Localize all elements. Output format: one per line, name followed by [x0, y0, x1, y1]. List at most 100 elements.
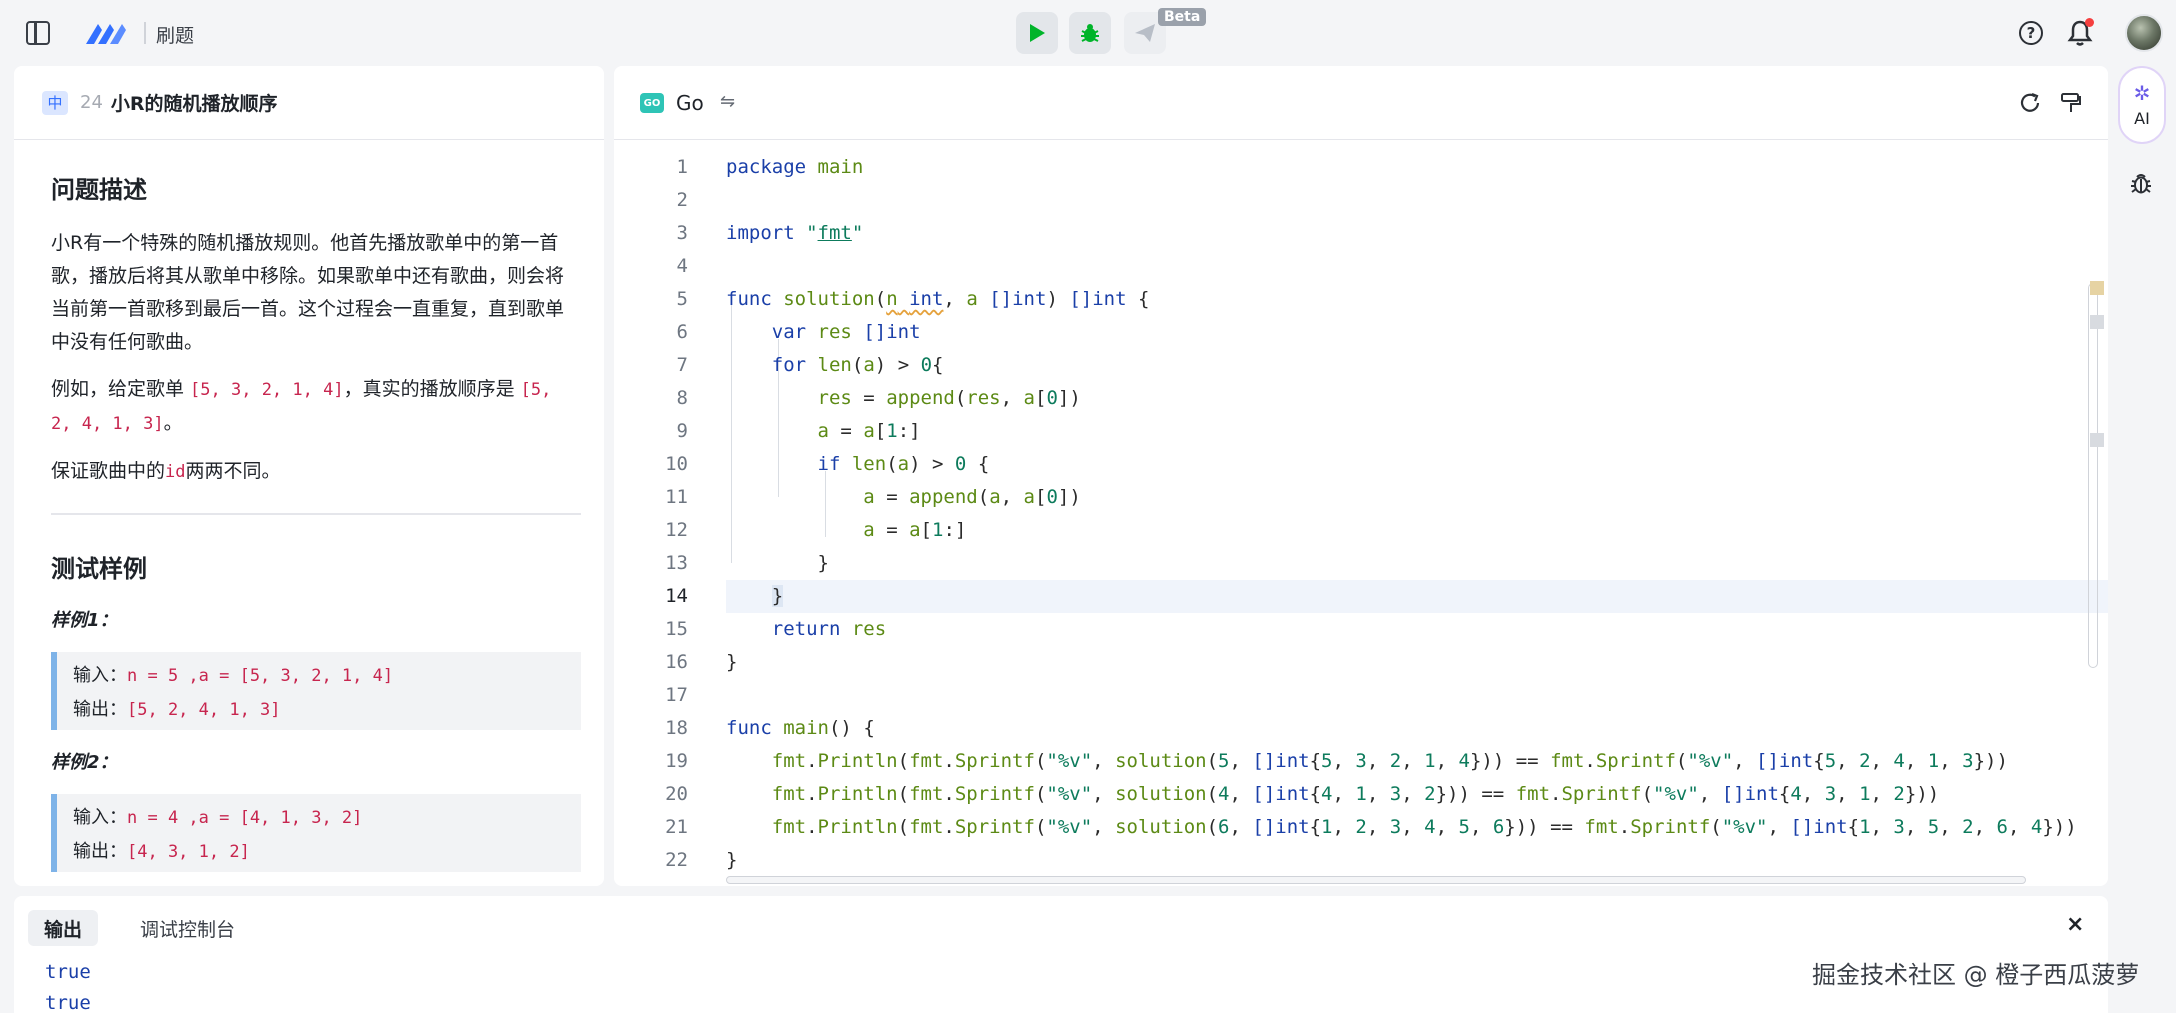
topbar-divider: [144, 22, 146, 44]
logo[interactable]: [84, 18, 130, 48]
output-panel: 输出 调试控制台 × true true: [14, 896, 2108, 1013]
line-number: 2: [676, 189, 688, 211]
example-input: n = 4 ,a = [4, 1, 3, 2]: [127, 808, 363, 828]
output-label: 输出：: [73, 699, 127, 720]
run-button[interactable]: [1016, 12, 1058, 54]
notification-dot: [2085, 18, 2094, 27]
ai-assistant-button[interactable]: ✲ AI: [2118, 66, 2166, 144]
code-line: 13 }: [614, 547, 2094, 580]
code-line: 15 return res: [614, 613, 2094, 646]
code-line: 3 import "fmt": [614, 217, 2094, 250]
text: 两两不同。: [185, 460, 281, 482]
section-title-tests: 测试样例: [51, 555, 147, 583]
text: 。: [163, 412, 183, 434]
output-label: 输出：: [73, 841, 127, 862]
inline-code: [5, 3, 2, 1, 4]: [190, 380, 344, 400]
line-number: 4: [676, 255, 688, 277]
code-line: 12 a = a[1:]: [614, 514, 2094, 547]
output-line: true: [45, 992, 91, 1013]
line-number: 15: [665, 618, 688, 640]
code-line: 18 func main() {: [614, 712, 2094, 745]
play-icon: [1030, 24, 1045, 42]
example-label: 样例1：: [51, 610, 118, 631]
code-line-active: 14 }: [614, 580, 2108, 613]
problem-title: 小R的随机播放顺序: [110, 93, 278, 115]
code-line: 11 a = append(a, a[0]): [614, 481, 2094, 514]
minimap-marker: [2090, 433, 2104, 447]
code-line: 10 if len(a) > 0 {: [614, 448, 2094, 481]
line-number: 14: [665, 585, 688, 607]
code-line: 8 res = append(res, a[0]): [614, 382, 2094, 415]
example-input: n = 5 ,a = [5, 3, 2, 1, 4]: [127, 666, 394, 686]
line-number: 16: [665, 651, 688, 673]
line-number: 10: [665, 453, 688, 475]
line-number: 7: [676, 354, 688, 376]
constraint-paragraph: 保证歌曲中的id两两不同。: [51, 455, 581, 489]
example-output-line: 输出：[5, 2, 4, 1, 3]: [73, 693, 581, 727]
text: 保证歌曲中的: [51, 460, 166, 482]
output-line: true: [45, 961, 91, 983]
send-icon: [1135, 24, 1155, 42]
difficulty-badge: 中: [42, 90, 68, 115]
beta-badge: Beta: [1158, 8, 1207, 26]
line-number: 11: [665, 486, 688, 508]
code-line: 1 package main: [614, 151, 2094, 184]
line-number: 1: [676, 156, 688, 178]
code-line: 7 for len(a) > 0{: [614, 349, 2094, 382]
code-editor-panel: GO Go ⇋ 1 package main 2 3 import "fmt" 4 …: [614, 66, 2108, 886]
format-brush-icon[interactable]: [2059, 91, 2083, 115]
code-line: 4: [614, 250, 2094, 283]
line-number: 9: [676, 420, 688, 442]
swap-icon[interactable]: ⇋: [720, 91, 735, 112]
line-number: 8: [676, 387, 688, 409]
text: ，真实的播放顺序是: [343, 378, 521, 400]
top-bar: 刷题 Beta ?: [0, 0, 2176, 66]
input-label: 输入：: [73, 665, 127, 686]
line-number: 13: [665, 552, 688, 574]
sidebar-toggle-icon[interactable]: [26, 21, 50, 45]
tab-output[interactable]: 输出: [28, 910, 99, 946]
code-line: 9 a = a[1:]: [614, 415, 2094, 448]
bug-icon: [1081, 24, 1099, 42]
code-line: 6 var res []int: [614, 316, 2094, 349]
line-number: 3: [676, 222, 688, 244]
example-box: 输入：n = 5 ,a = [5, 3, 2, 1, 4] 输出：[5, 2, …: [51, 652, 581, 730]
line-number: 21: [665, 816, 688, 838]
divider: [51, 513, 581, 515]
line-number: 19: [665, 750, 688, 772]
vertical-scrollbar[interactable]: [2088, 283, 2098, 668]
line-number: 22: [665, 849, 688, 871]
help-icon[interactable]: ?: [2019, 21, 2043, 45]
problem-header: 中 24 小R的随机播放顺序: [14, 66, 604, 140]
minimap-marker: [2090, 281, 2104, 295]
language-selector[interactable]: Go: [676, 91, 704, 115]
example-output: [4, 3, 1, 2]: [127, 842, 250, 862]
ai-label: AI: [2134, 108, 2150, 128]
debug-button[interactable]: [1069, 12, 1111, 54]
page-title: 刷题: [156, 25, 195, 47]
editor-header: GO Go ⇋: [614, 66, 2108, 140]
tab-debug-console[interactable]: 调试控制台: [124, 910, 251, 946]
bug-icon[interactable]: [2128, 170, 2154, 196]
line-number: 20: [665, 783, 688, 805]
avatar[interactable]: [2125, 14, 2163, 52]
code-line: 21 fmt.Println(fmt.Sprintf("%v", solutio…: [614, 811, 2094, 844]
horizontal-scrollbar[interactable]: [726, 876, 2026, 884]
problem-panel: 中 24 小R的随机播放顺序 问题描述 小R有一个特殊的随机播放规则。他首先播放…: [14, 66, 604, 886]
example-label: 样例2：: [51, 752, 118, 773]
problem-body: 问题描述 小R有一个特殊的随机播放规则。他首先播放歌单中的第一首歌，播放后将其从…: [14, 140, 604, 872]
close-icon[interactable]: ×: [2066, 912, 2084, 937]
code-line: 20 fmt.Println(fmt.Sprintf("%v", solutio…: [614, 778, 2094, 811]
code-line: 22}: [614, 844, 2094, 877]
problem-number: 24: [80, 92, 103, 113]
active-line-highlight: [726, 580, 2108, 613]
line-number: 12: [665, 519, 688, 541]
code-line: 5 func solution(n int, a []int) []int {: [614, 283, 2094, 316]
description-paragraph: 小R有一个特殊的随机播放规则。他首先播放歌单中的第一首歌，播放后将其从歌单中移除…: [51, 232, 565, 353]
example-output: [5, 2, 4, 1, 3]: [127, 700, 281, 720]
code-area[interactable]: 1 package main 2 3 import "fmt" 4 5 func so…: [614, 141, 2108, 886]
section-title-description: 问题描述: [51, 176, 147, 204]
refresh-icon[interactable]: [2018, 91, 2042, 115]
line-number: 17: [665, 684, 688, 706]
inline-code: id: [165, 462, 186, 482]
